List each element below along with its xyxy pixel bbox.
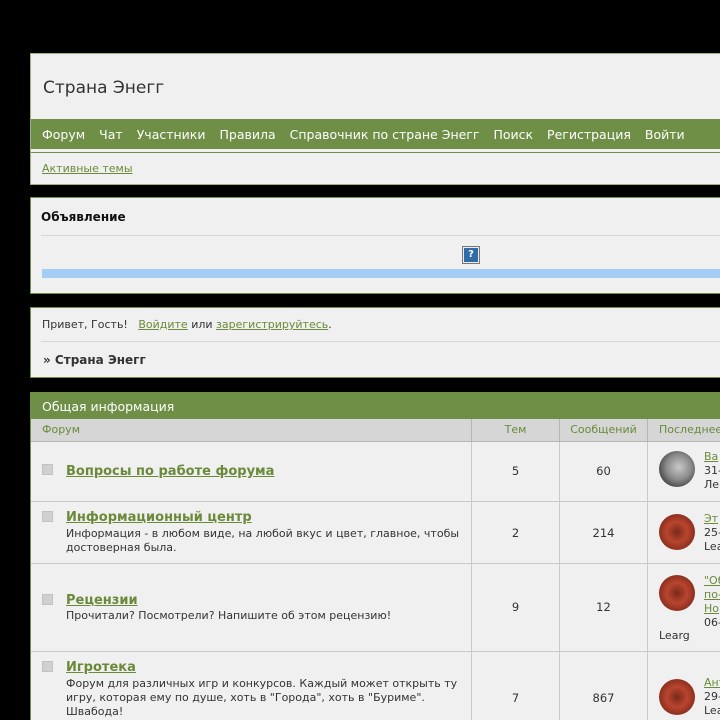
last-post-info: "Об по- Но 06- xyxy=(704,574,720,630)
forum-description: Информация - в любом виде, на любой вкус… xyxy=(66,527,460,554)
col-last-post: Последнее xyxy=(659,423,720,436)
last-post-topic-link[interactable]: Эт xyxy=(704,512,718,525)
last-post-date: 25- xyxy=(704,526,720,539)
avatar xyxy=(659,514,695,550)
main-nav: Форум Чат Участники Правила Справочник п… xyxy=(31,119,720,149)
last-post-date: 06- xyxy=(704,616,720,629)
nav-register[interactable]: Регистрация xyxy=(540,127,638,142)
last-post-date: 29- xyxy=(704,690,720,703)
col-forum: Форум xyxy=(31,419,472,441)
last-post-topic-link[interactable]: Ант xyxy=(704,676,720,689)
last-post-author: Лe xyxy=(704,478,720,491)
help-icon[interactable]: ? xyxy=(462,246,480,264)
topic-count: 5 xyxy=(511,464,520,478)
last-post-info: Ва 31- Лe xyxy=(704,450,720,492)
active-topics-link[interactable]: Активные темы xyxy=(42,162,133,175)
post-count: 60 xyxy=(596,464,611,478)
table-row: Рецензии Прочитали? Посмотрели? Напишите… xyxy=(31,564,720,652)
forum-read-icon xyxy=(42,464,53,475)
last-post-topic-link-cont[interactable]: по- xyxy=(704,588,720,601)
last-post-author: Learg xyxy=(659,629,690,642)
last-post-author: Lea xyxy=(704,540,720,553)
forum-table: Общая информация Форум Тем Сообщений Пос… xyxy=(30,392,720,720)
site-header: Страна Энегг Форум Чат Участники Правила… xyxy=(30,53,720,185)
forum-read-icon xyxy=(42,511,53,522)
register-link[interactable]: зарегистрируйтесь xyxy=(216,318,328,331)
site-title: Страна Энегг xyxy=(43,78,165,98)
nav-forum[interactable]: Форум xyxy=(35,127,92,142)
nav-search[interactable]: Поиск xyxy=(486,127,540,142)
topic-count: 9 xyxy=(511,600,520,614)
nav-guide[interactable]: Справочник по стране Энегг xyxy=(283,127,487,142)
forum-link[interactable]: Вопросы по работе форума xyxy=(66,464,274,479)
divider xyxy=(41,341,720,342)
announcement-banner xyxy=(42,269,720,278)
last-post-author: Lea xyxy=(704,704,720,717)
table-row: Информационный центр Информация - в любо… xyxy=(31,502,720,564)
last-post-date: 31- xyxy=(704,464,720,477)
avatar xyxy=(659,679,695,715)
breadcrumb: » Страна Энегг xyxy=(43,353,146,367)
announcement-box: Объявление ? xyxy=(30,197,720,294)
divider xyxy=(41,235,720,236)
last-post-topic-link[interactable]: Ва xyxy=(704,450,718,463)
forum-description: Прочитали? Посмотрели? Напишите об этом … xyxy=(66,609,392,622)
nav-login[interactable]: Войти xyxy=(638,127,692,142)
last-post-info: Ант 29- Lea xyxy=(704,676,720,718)
period-text: . xyxy=(328,318,332,331)
forum-link[interactable]: Информационный центр xyxy=(66,510,252,525)
category-header[interactable]: Общая информация xyxy=(31,393,720,419)
forum-read-icon xyxy=(42,594,53,605)
last-post-info: Эт 25- Lea xyxy=(704,512,720,554)
col-topics: Тем xyxy=(472,419,560,441)
avatar xyxy=(659,575,695,611)
nav-members[interactable]: Участники xyxy=(130,127,213,142)
greeting-box: Привет, Гость! Войдите или зарегистрируй… xyxy=(30,307,720,378)
post-count: 12 xyxy=(596,600,611,614)
sub-nav: Активные темы xyxy=(31,152,720,184)
topic-count: 7 xyxy=(511,691,520,705)
forum-description: Форум для различных игр и конкурсов. Каж… xyxy=(66,677,458,718)
table-row: Вопросы по работе форума 5 60 Ва 31- Лe xyxy=(31,442,720,502)
post-count: 214 xyxy=(592,526,615,540)
column-header-row: Форум Тем Сообщений Последнее xyxy=(31,419,720,442)
table-row: Игротека Форум для различных игр и конку… xyxy=(31,652,720,720)
forum-read-icon xyxy=(42,661,53,672)
or-text: или xyxy=(191,318,213,331)
greeting-line: Привет, Гость! Войдите или зарегистрируй… xyxy=(42,318,332,331)
announcement-title: Объявление xyxy=(41,210,126,224)
nav-chat[interactable]: Чат xyxy=(92,127,130,142)
greeting-text: Привет, Гость! xyxy=(42,318,128,331)
nav-rules[interactable]: Правила xyxy=(212,127,282,142)
last-post-topic-link[interactable]: "Об xyxy=(704,574,720,587)
last-post-topic-link-cont[interactable]: Но xyxy=(704,602,719,615)
forum-link[interactable]: Рецензии xyxy=(66,593,138,608)
post-count: 867 xyxy=(592,691,615,705)
login-link[interactable]: Войдите xyxy=(138,318,187,331)
topic-count: 2 xyxy=(511,526,520,540)
avatar xyxy=(659,451,695,487)
col-posts: Сообщений xyxy=(560,419,648,441)
forum-link[interactable]: Игротека xyxy=(66,660,136,675)
